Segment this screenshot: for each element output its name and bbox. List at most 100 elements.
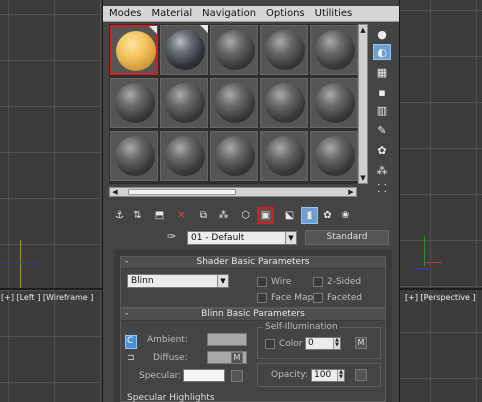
checkbox-box[interactable] <box>313 277 323 287</box>
opacity-spinner[interactable]: 100 ▲ ▼ <box>311 369 345 382</box>
go-to-parent-icon[interactable]: ✿ <box>319 207 336 224</box>
material-type-button[interactable]: Standard <box>305 230 389 245</box>
scroll-down-arrow-icon[interactable]: ▼ <box>359 173 367 183</box>
menu-bar: Modes Material Navigation Options Utilit… <box>103 6 399 22</box>
spinner-value: 100 <box>314 370 332 380</box>
ambient-color-swatch[interactable] <box>207 333 247 346</box>
shader-type-dropdown[interactable]: Blinn ▼ <box>127 274 229 288</box>
make-preview-icon[interactable]: ✎ <box>373 122 391 138</box>
sample-slot[interactable] <box>310 131 358 181</box>
material-sphere <box>315 136 355 176</box>
backlight-icon[interactable]: ◐ <box>373 44 391 60</box>
spinner-arrows-icon[interactable]: ▲ ▼ <box>333 338 340 349</box>
viewport-axis-line <box>20 240 21 288</box>
sample-slot[interactable] <box>160 78 208 128</box>
rollout-header[interactable]: - Shader Basic Parameters <box>121 257 385 269</box>
diffuse-map-button[interactable]: M <box>231 352 243 364</box>
wire-checkbox[interactable]: Wire <box>257 276 291 288</box>
material-sphere <box>315 30 355 70</box>
reset-map-icon[interactable]: ✕ <box>173 207 190 224</box>
scroll-up-arrow-icon[interactable]: ▲ <box>359 25 367 35</box>
put-material-to-scene-icon[interactable]: ⇅ <box>129 207 146 224</box>
make-copy-icon[interactable]: ⧉ <box>195 207 212 224</box>
select-by-material-icon[interactable]: ⁂ <box>373 162 391 178</box>
sample-slot[interactable] <box>310 78 358 128</box>
chevron-down-icon[interactable]: ▼ <box>285 232 296 244</box>
viewport-label[interactable]: [+] [Perspective ] <box>405 293 476 302</box>
sample-slot[interactable] <box>110 78 158 128</box>
menu-modes[interactable]: Modes <box>109 8 141 19</box>
go-forward-to-sibling-icon[interactable]: ❀ <box>337 207 354 224</box>
show-shaded-material-icon[interactable]: ⬕ <box>281 207 298 224</box>
sample-uv-tiling-icon[interactable]: ▪ <box>373 84 391 100</box>
diffuse-label: Diffuse: <box>153 353 188 363</box>
sample-slots <box>109 24 358 184</box>
checkbox-box[interactable] <box>313 293 323 303</box>
options-icon[interactable]: ✿ <box>373 142 391 158</box>
sample-slot[interactable] <box>210 78 258 128</box>
material-sphere <box>265 83 305 123</box>
get-material-icon[interactable]: ⚓ <box>111 207 128 224</box>
sample-slot[interactable] <box>260 78 308 128</box>
eyedropper-icon[interactable]: ✑ <box>167 230 181 244</box>
show-end-result-icon[interactable]: ▮ <box>301 207 318 224</box>
specular-map-button[interactable] <box>231 370 243 382</box>
checkbox-label: 2-Sided <box>327 277 362 287</box>
perspective-viewport[interactable]: [+] [Perspective ] <box>400 0 482 402</box>
slots-vertical-scrollbar[interactable]: ▲ ▼ <box>358 24 368 184</box>
scroll-right-arrow-icon[interactable]: ▶ <box>346 188 356 196</box>
sample-slot[interactable] <box>210 25 258 75</box>
sample-slot[interactable] <box>110 131 158 181</box>
two-sided-checkbox[interactable]: 2-Sided <box>313 276 361 288</box>
specular-highlights-heading: Specular Highlights <box>127 393 215 402</box>
menu-options[interactable]: Options <box>266 8 305 19</box>
rollout-header[interactable]: - Blinn Basic Parameters <box>121 309 385 321</box>
sample-slot[interactable] <box>310 25 358 75</box>
video-color-check-icon[interactable]: ▥ <box>373 102 391 118</box>
sample-slot[interactable] <box>260 131 308 181</box>
face-map-checkbox[interactable]: Face Map <box>257 292 313 304</box>
put-to-library-icon[interactable]: ⬡ <box>237 207 254 224</box>
checkbox-label: Wire <box>271 277 292 287</box>
assign-to-selection-icon[interactable]: ⬒ <box>151 207 168 224</box>
sample-slot[interactable] <box>160 25 208 75</box>
opacity-map-button[interactable] <box>355 369 367 381</box>
spinner-value: 0 <box>308 338 314 348</box>
make-unique-icon[interactable]: ⁂ <box>215 207 232 224</box>
menu-material[interactable]: Material <box>151 8 192 19</box>
viewport-grid <box>400 0 482 402</box>
self-illum-value-spinner[interactable]: 0 ▲ ▼ <box>305 337 341 350</box>
scroll-left-arrow-icon[interactable]: ◀ <box>110 188 120 196</box>
viewport-label[interactable]: [+] [Left ] [Wireframe ] <box>1 293 93 302</box>
checkbox-box[interactable] <box>257 293 267 303</box>
menu-navigation[interactable]: Navigation <box>202 8 256 19</box>
chevron-down-icon[interactable]: ▼ <box>217 275 228 287</box>
self-illum-map-button[interactable]: M <box>355 337 367 349</box>
checkbox-box[interactable] <box>265 339 275 349</box>
sample-slot[interactable] <box>260 25 308 75</box>
sample-slot[interactable] <box>160 131 208 181</box>
viewport-axis-line <box>0 262 40 263</box>
self-illum-color-checkbox[interactable]: Color <box>265 338 303 350</box>
slots-horizontal-scrollbar[interactable]: ◀ ▶ <box>109 187 357 197</box>
sample-type-icon[interactable]: ● <box>373 26 391 42</box>
material-name-field[interactable]: 01 - Default ▼ <box>187 231 297 245</box>
checkbox-box[interactable] <box>257 277 267 287</box>
self-illumination-label: Self-Illumination <box>263 322 340 332</box>
sample-slot[interactable] <box>210 131 258 181</box>
left-viewport[interactable]: [+] [Left ] [Wireframe ] <box>0 0 102 402</box>
material-sphere <box>265 30 305 70</box>
faceted-checkbox[interactable]: Faceted <box>313 292 362 304</box>
spinner-arrows-icon[interactable]: ▲ ▼ <box>337 370 344 381</box>
viewport-divider <box>0 288 102 290</box>
specular-color-swatch[interactable] <box>183 369 225 382</box>
material-sphere <box>165 136 205 176</box>
sample-slot[interactable] <box>110 25 158 75</box>
material-name-text: 01 - Default <box>191 233 245 243</box>
material-id-channel-icon[interactable]: ▣ <box>257 207 274 224</box>
material-map-navigator-icon[interactable]: ⸬ <box>373 180 391 196</box>
scrollbar-thumb[interactable] <box>128 189 236 195</box>
menu-utilities[interactable]: Utilities <box>315 8 353 19</box>
checkbox-label: Faceted <box>327 293 363 303</box>
background-checker-icon[interactable]: ▦ <box>373 64 391 80</box>
